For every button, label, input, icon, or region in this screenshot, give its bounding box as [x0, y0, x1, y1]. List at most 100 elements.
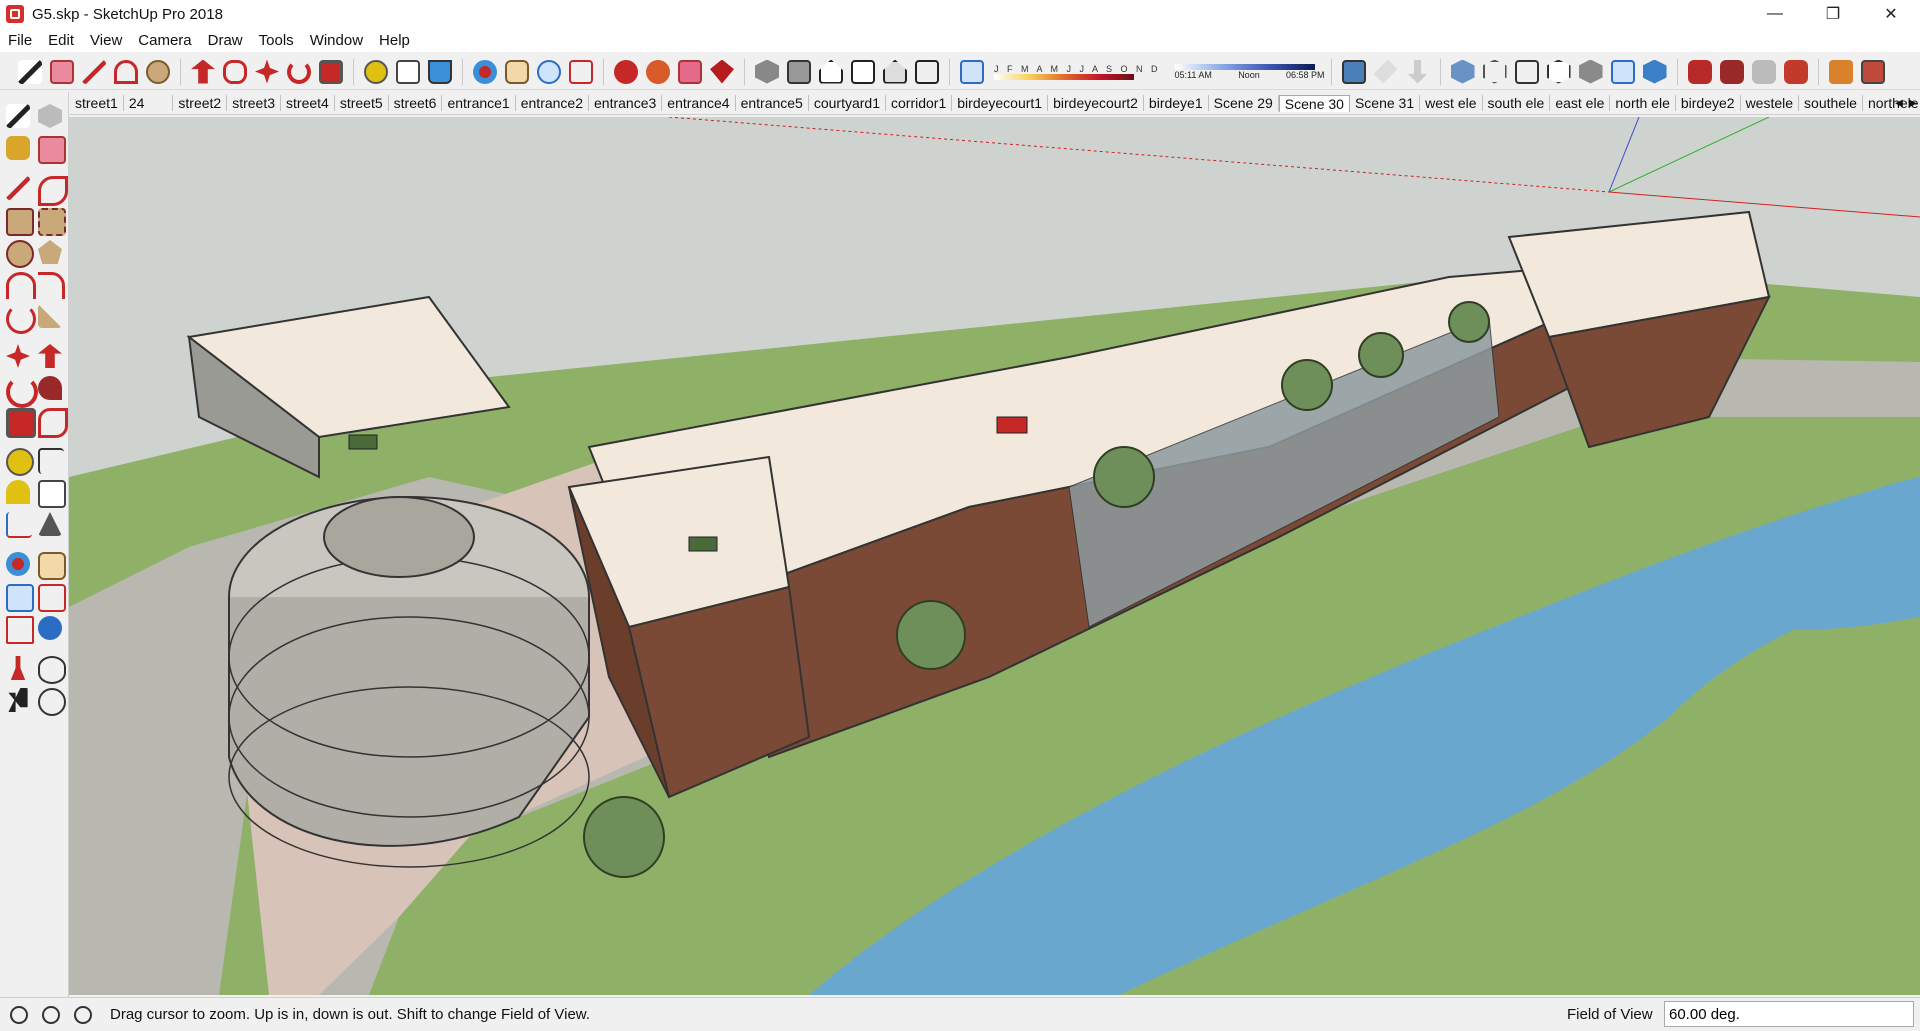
- rotate-tool-icon[interactable]: [287, 59, 311, 84]
- wireframe-style-icon[interactable]: [1514, 59, 1539, 84]
- tab-birdeye1[interactable]: birdeye1: [1144, 95, 1209, 111]
- two-point-arc-icon[interactable]: [38, 272, 65, 299]
- pie-icon[interactable]: [38, 304, 62, 328]
- rotate-icon[interactable]: [6, 376, 38, 408]
- walk-icon[interactable]: [8, 688, 28, 712]
- paint-bucket-icon[interactable]: [6, 136, 30, 160]
- line-icon[interactable]: [6, 176, 30, 200]
- display-section-cuts-icon[interactable]: [1407, 59, 1428, 84]
- tab-scene-30[interactable]: Scene 30: [1278, 94, 1350, 112]
- tab-north-ele[interactable]: north ele: [1610, 95, 1676, 111]
- minimize-button[interactable]: —: [1746, 0, 1804, 28]
- move-icon[interactable]: [6, 344, 30, 368]
- tab-entrance2[interactable]: entrance2: [516, 95, 590, 111]
- 3d-text-icon[interactable]: [38, 512, 62, 536]
- geolocation-icon[interactable]: [10, 1005, 28, 1024]
- hidden-line-style-icon[interactable]: [1546, 59, 1571, 84]
- zoom-tool-icon[interactable]: [537, 59, 561, 84]
- tab-westele[interactable]: westele: [1741, 95, 1800, 111]
- follow-me-icon[interactable]: [38, 376, 62, 400]
- menu-view[interactable]: View: [82, 32, 130, 49]
- menu-camera[interactable]: Camera: [130, 32, 199, 49]
- section-plane-icon[interactable]: [1341, 59, 1366, 84]
- plugin-red-1-icon[interactable]: [1687, 59, 1712, 84]
- move-tool-icon[interactable]: [255, 59, 279, 84]
- tab-entrance4[interactable]: entrance4: [662, 95, 736, 111]
- arc-tool-icon[interactable]: [114, 59, 138, 84]
- plugin-grid-icon[interactable]: [1860, 59, 1885, 84]
- top-view-icon[interactable]: [787, 59, 811, 84]
- menu-draw[interactable]: Draw: [200, 32, 251, 49]
- pan-icon[interactable]: [38, 552, 66, 580]
- plugin-gray-icon[interactable]: [1751, 59, 1776, 84]
- measurements-input[interactable]: [1664, 1001, 1914, 1027]
- right-view-icon[interactable]: [851, 59, 875, 84]
- iso-view-icon[interactable]: [755, 59, 779, 84]
- tab-street2[interactable]: street2: [173, 95, 228, 111]
- restore-button[interactable]: ❐: [1804, 0, 1862, 28]
- look-around-icon[interactable]: [38, 656, 66, 684]
- polygon-icon[interactable]: [38, 240, 62, 264]
- push-pull-tool-icon[interactable]: [191, 59, 215, 84]
- back-edges-style-icon[interactable]: [1482, 59, 1507, 84]
- orbit-tool-icon[interactable]: [473, 59, 497, 84]
- section-plane-tool-icon[interactable]: [38, 688, 66, 716]
- offset-tool-icon[interactable]: [223, 59, 247, 84]
- plugin-orange-icon[interactable]: [1828, 59, 1853, 84]
- select-tool-icon[interactable]: [18, 59, 42, 84]
- tab-corridor1[interactable]: corridor1: [886, 95, 953, 111]
- tab-24[interactable]: 24: [124, 95, 174, 111]
- plugin-red-2-icon[interactable]: [1719, 59, 1744, 84]
- plugin-red-3-icon[interactable]: [1783, 59, 1808, 84]
- tab-south-ele[interactable]: south ele: [1483, 95, 1551, 111]
- menu-help[interactable]: Help: [371, 32, 418, 49]
- tab-birdeyecourt1[interactable]: birdeyecourt1: [952, 95, 1049, 111]
- tab-birdeyecourt2[interactable]: birdeyecourt2: [1048, 95, 1144, 111]
- orbit-icon[interactable]: [6, 552, 30, 576]
- pan-tool-icon[interactable]: [505, 59, 529, 84]
- text-tool-icon[interactable]: [396, 59, 420, 84]
- tab-birdeye2[interactable]: birdeye2: [1676, 95, 1741, 111]
- eraser-icon[interactable]: [38, 136, 66, 164]
- layout-send-icon[interactable]: [678, 59, 702, 84]
- paint-bucket-tool-icon[interactable]: [428, 59, 452, 84]
- circle-icon[interactable]: [6, 240, 34, 268]
- position-camera-icon[interactable]: [10, 656, 26, 680]
- tab-street6[interactable]: street6: [389, 95, 443, 111]
- eraser-tool-icon[interactable]: [50, 59, 74, 84]
- tab-entrance5[interactable]: entrance5: [736, 95, 809, 111]
- tab-west-ele[interactable]: west ele: [1420, 95, 1483, 111]
- zoom-icon[interactable]: [6, 584, 34, 612]
- tab-street5[interactable]: street5: [335, 95, 389, 111]
- line-tool-icon[interactable]: [82, 59, 106, 84]
- offset-icon[interactable]: [38, 408, 68, 438]
- tape-measure-icon[interactable]: [6, 448, 34, 476]
- back-view-icon[interactable]: [883, 59, 907, 84]
- push-pull-icon[interactable]: [38, 344, 62, 368]
- extension-manager-icon[interactable]: [710, 59, 734, 84]
- tab-scroll-left-icon[interactable]: ◀: [1892, 92, 1906, 114]
- dimension-icon[interactable]: [38, 448, 64, 474]
- display-section-planes-icon[interactable]: [1373, 59, 1398, 84]
- tab-courtyard1[interactable]: courtyard1: [809, 95, 887, 111]
- extension-warehouse-icon[interactable]: [646, 59, 670, 84]
- previous-view-icon[interactable]: [38, 616, 62, 640]
- tape-measure-tool-icon[interactable]: [364, 59, 388, 84]
- arc-icon[interactable]: [6, 272, 36, 299]
- tab-scene-31[interactable]: Scene 31: [1350, 95, 1421, 111]
- make-component-icon[interactable]: [38, 104, 62, 128]
- tab-southele[interactable]: southele: [1799, 95, 1863, 111]
- front-view-icon[interactable]: [819, 59, 843, 84]
- tab-scene-29[interactable]: Scene 29: [1209, 95, 1279, 111]
- model-viewport[interactable]: [69, 117, 1920, 995]
- xray-style-icon[interactable]: [1450, 59, 1475, 84]
- freehand-icon[interactable]: [38, 176, 68, 206]
- user-account-icon[interactable]: [74, 1005, 92, 1024]
- zoom-window-icon[interactable]: [38, 584, 66, 612]
- text-icon[interactable]: [38, 480, 66, 508]
- tab-street4[interactable]: street4: [281, 95, 335, 111]
- credits-icon[interactable]: [42, 1005, 60, 1024]
- rotated-rectangle-icon[interactable]: [38, 208, 66, 236]
- close-button[interactable]: ✕: [1862, 0, 1920, 28]
- shape-tool-icon[interactable]: [146, 59, 170, 84]
